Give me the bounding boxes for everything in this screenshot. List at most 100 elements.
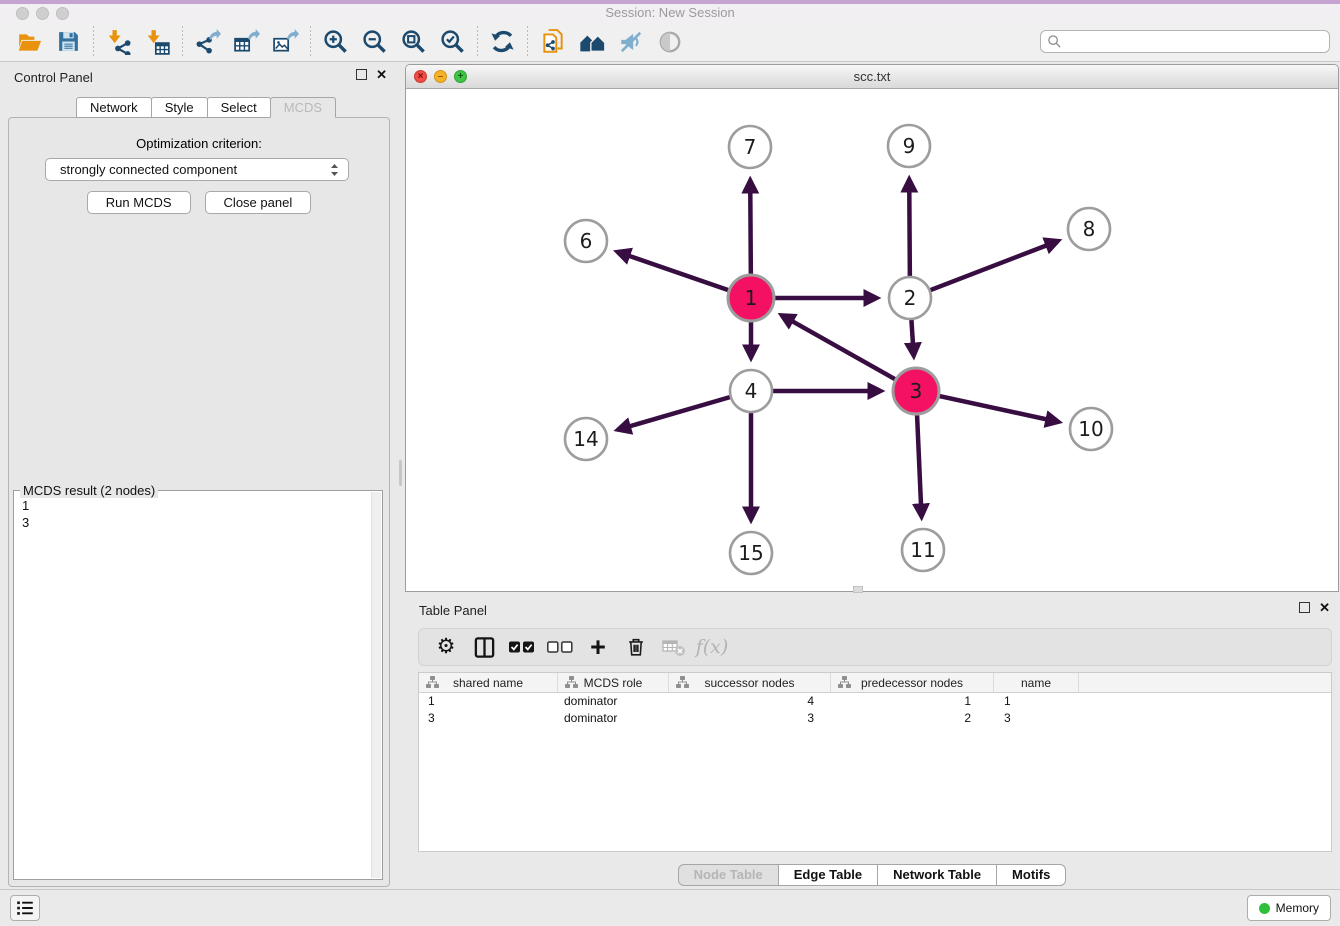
export-image-icon[interactable] [266, 25, 305, 59]
table-cell[interactable]: dominator [558, 693, 669, 710]
edge-2-8[interactable] [931, 244, 1049, 290]
control-panel: Control Panel ✕ NetworkStyleSelectMCDS O… [0, 62, 397, 890]
table-cell[interactable]: 2 [831, 710, 994, 727]
table-cell[interactable]: 1 [994, 693, 1079, 710]
search-input[interactable] [1040, 30, 1330, 53]
list-icon [15, 899, 35, 917]
close-table-panel-icon[interactable]: ✕ [1319, 602, 1330, 613]
table-cell[interactable]: 3 [419, 710, 558, 727]
graph-node-11[interactable]: 11 [902, 529, 944, 571]
table-cell[interactable]: 1 [419, 693, 558, 710]
edge-3-11[interactable] [917, 415, 921, 507]
export-table-icon[interactable] [227, 25, 266, 59]
network-canvas[interactable]: 1 2 3 4 6 7 8 9 10 11 14 15 [406, 89, 1338, 592]
table-tab-motifs[interactable]: Motifs [996, 864, 1066, 886]
application-window: Session: New Session [0, 0, 1340, 926]
hierarchy-icon [565, 676, 578, 689]
graph-node-4[interactable]: 4 [730, 370, 772, 412]
edge-4-14[interactable] [627, 397, 730, 427]
zoom-selected-icon[interactable] [433, 25, 472, 59]
toolbar-separator [93, 26, 94, 58]
edge-2-9[interactable] [909, 189, 910, 276]
duplicate-network-icon[interactable] [533, 25, 572, 59]
memory-status-icon [1259, 903, 1270, 914]
task-history-button[interactable] [10, 895, 40, 921]
zoom-in-icon[interactable] [316, 25, 355, 59]
float-panel-icon[interactable] [356, 69, 367, 80]
graph-node-7[interactable]: 7 [729, 126, 771, 168]
table-tab-node-table[interactable]: Node Table [678, 864, 779, 886]
edge-2-3[interactable] [911, 320, 913, 346]
column-header-shared-name[interactable]: shared name [419, 673, 558, 692]
table-settings-gear-icon[interactable]: ⚙ [429, 631, 463, 663]
import-table-icon[interactable] [138, 25, 177, 59]
graph-node-9[interactable]: 9 [888, 125, 930, 167]
show-column-icon[interactable] [467, 631, 501, 663]
close-panel-button[interactable]: Close panel [205, 191, 312, 214]
edge-1-6[interactable] [627, 255, 729, 290]
megaphone-off-icon[interactable] [611, 25, 650, 59]
save-icon[interactable] [49, 25, 88, 59]
delete-column-icon[interactable] [619, 631, 653, 663]
criterion-select[interactable]: strongly connected component [45, 158, 349, 181]
table-row[interactable]: 1dominator411 [419, 693, 1331, 710]
select-stepper-icon [329, 162, 340, 178]
column-header-mcds-role[interactable]: MCDS role [558, 673, 669, 692]
table-cell[interactable]: dominator [558, 710, 669, 727]
svg-text:14: 14 [573, 427, 598, 451]
column-header-name[interactable]: name [994, 673, 1079, 692]
table-tab-edge-table[interactable]: Edge Table [778, 864, 878, 886]
table-cell[interactable]: 1 [831, 693, 994, 710]
graph-node-6[interactable]: 6 [565, 220, 607, 262]
zoom-out-icon[interactable] [355, 25, 394, 59]
select-all-icon[interactable] [505, 631, 539, 663]
graph-node-14[interactable]: 14 [565, 418, 607, 460]
tab-select[interactable]: Select [207, 97, 271, 118]
control-panel-title: Control Panel [14, 70, 93, 85]
horizontal-splitter-handle[interactable] [853, 586, 863, 593]
export-network-icon[interactable] [188, 25, 227, 59]
optimization-criterion-label: Optimization criterion: [9, 136, 389, 151]
run-mcds-button[interactable]: Run MCDS [87, 191, 191, 214]
open-folder-icon[interactable] [10, 25, 49, 59]
refresh-icon[interactable] [483, 25, 522, 59]
table-cell[interactable]: 3 [994, 710, 1079, 727]
svg-text:2: 2 [904, 286, 917, 310]
graph-node-3[interactable]: 3 [893, 368, 939, 414]
result-scrollbar[interactable] [371, 492, 381, 878]
column-header-predecessor-nodes[interactable]: predecessor nodes [831, 673, 994, 692]
svg-text:3: 3 [910, 379, 923, 403]
graph-node-8[interactable]: 8 [1068, 208, 1110, 250]
table-toolbar: ⚙ + f(x) [418, 628, 1332, 666]
graph-node-10[interactable]: 10 [1070, 408, 1112, 450]
float-table-panel-icon[interactable] [1299, 602, 1310, 613]
window-title: Session: New Session [0, 5, 1340, 20]
search-box [1040, 30, 1330, 53]
tab-style[interactable]: Style [151, 97, 208, 118]
mcds-result-list[interactable]: 1 3 [14, 494, 372, 877]
edge-1-7[interactable] [750, 190, 751, 274]
table-tab-network-table[interactable]: Network Table [877, 864, 997, 886]
table-header-row: shared nameMCDS rolesuccessor nodesprede… [419, 673, 1331, 693]
add-column-icon[interactable]: + [581, 631, 615, 663]
graph-node-15[interactable]: 15 [730, 532, 772, 574]
edge-3-1[interactable] [790, 320, 895, 379]
tab-mcds[interactable]: MCDS [270, 97, 336, 118]
tab-network[interactable]: Network [76, 97, 152, 118]
network-view-title: scc.txt [406, 69, 1338, 84]
memory-button[interactable]: Memory [1247, 895, 1331, 921]
deselect-all-icon[interactable] [543, 631, 577, 663]
zoom-fit-icon[interactable] [394, 25, 433, 59]
graph-node-1[interactable]: 1 [728, 275, 774, 321]
table-row[interactable]: 3dominator323 [419, 710, 1331, 727]
table-cell[interactable]: 3 [669, 710, 831, 727]
houses-icon[interactable] [572, 25, 611, 59]
table-cell[interactable]: 4 [669, 693, 831, 710]
import-network-icon[interactable] [99, 25, 138, 59]
column-header-successor-nodes[interactable]: successor nodes [669, 673, 831, 692]
graph-node-2[interactable]: 2 [889, 277, 931, 319]
edge-3-10[interactable] [939, 396, 1049, 420]
table-body: 1dominator4113dominator323 [419, 693, 1331, 727]
close-panel-icon[interactable]: ✕ [376, 69, 387, 80]
vertical-splitter[interactable] [397, 62, 405, 890]
